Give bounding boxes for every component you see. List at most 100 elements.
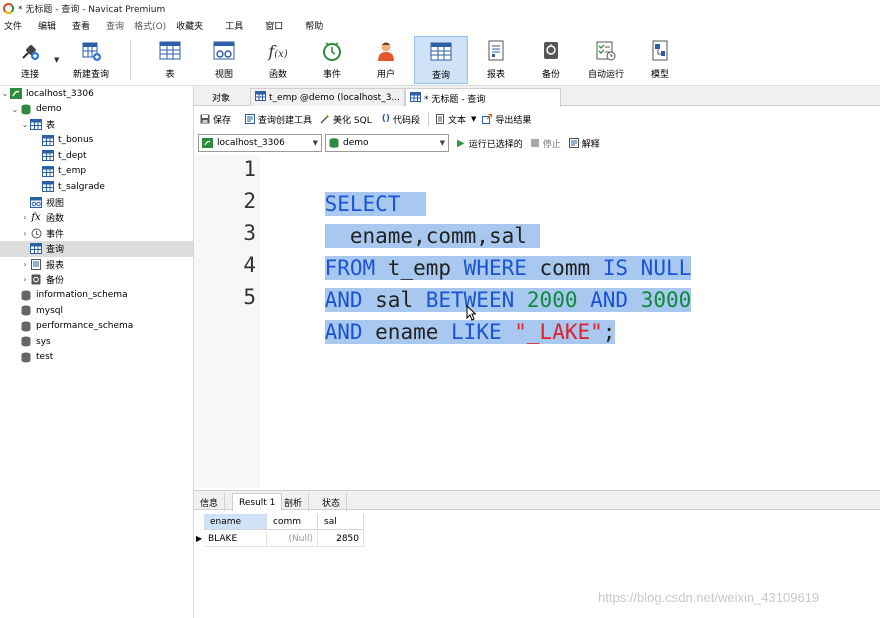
export-results-button[interactable]: 导出结果 — [482, 113, 531, 126]
tree-table-t-dept[interactable]: t_dept — [0, 148, 193, 164]
database-select[interactable]: demo ▼ — [325, 134, 449, 152]
save-button[interactable]: 保存 — [200, 113, 231, 126]
table-icon — [42, 181, 54, 193]
query-icon — [430, 41, 452, 63]
tree-tables-folder[interactable]: ⌄ 表 — [0, 117, 193, 133]
tab-profile[interactable]: 剖析 — [278, 493, 310, 511]
column-header-comm[interactable]: comm — [267, 514, 318, 530]
table-icon — [30, 119, 42, 131]
sql-editor[interactable]: 1 2 3 4 5 SELECT ename,comm,sal FROM t_e… — [194, 155, 880, 488]
new-query-label: 新建查询 — [72, 70, 109, 80]
connect-dropdown-icon[interactable]: ▼ — [54, 56, 59, 64]
new-query-button[interactable]: 新建查询 — [62, 36, 120, 84]
tab-message[interactable]: 信息 — [194, 493, 226, 511]
expand-icon[interactable]: › — [20, 229, 30, 238]
tree-events-folder[interactable]: › 事件 — [0, 226, 193, 242]
plug-icon — [19, 40, 41, 62]
report-button[interactable]: 报表 — [469, 36, 523, 84]
view-button[interactable]: 视图 — [197, 36, 251, 84]
tab-untitled-query[interactable]: * 无标题 - 查询 — [405, 88, 561, 107]
tree-queries-folder[interactable]: 查询 — [0, 241, 193, 257]
tree-database-demo[interactable]: ⌄ demo — [0, 102, 193, 118]
tree-db-mysql[interactable]: mysql — [0, 303, 193, 319]
sql-identifier: ename — [362, 320, 452, 344]
expand-icon[interactable]: › — [20, 275, 30, 284]
collapse-icon[interactable]: ⌄ — [10, 105, 20, 114]
menu-help[interactable]: 帮助 — [301, 19, 327, 32]
tab-objects[interactable]: 对象 — [208, 88, 234, 106]
database-icon — [20, 352, 32, 363]
menu-favorites[interactable]: 收藏夹 — [172, 19, 207, 32]
stop-icon — [530, 139, 539, 147]
tab-table-t-emp[interactable]: t_emp @demo (localhost_3... — [250, 88, 405, 106]
chevron-down-icon: ▼ — [439, 139, 445, 147]
backup-button[interactable]: 备份 — [524, 36, 578, 84]
tree-views-folder[interactable]: 视图 — [0, 195, 193, 211]
explain-label: 解释 — [581, 139, 600, 150]
table-cell[interactable]: BLAKE — [204, 531, 267, 547]
query-builder-button[interactable]: 查询创建工具 — [245, 113, 312, 126]
parentheses-icon: () — [381, 114, 390, 124]
code-snippet-button[interactable]: () 代码段 — [382, 113, 420, 126]
tree-backups-folder[interactable]: › 备份 — [0, 272, 193, 288]
user-button[interactable]: 用户 — [359, 36, 413, 84]
play-icon: ▶ — [457, 137, 465, 149]
database-icon — [329, 138, 339, 148]
user-label: 用户 — [376, 70, 395, 80]
tab-result-1[interactable]: Result 1 — [232, 493, 283, 511]
model-button[interactable]: 模型 — [633, 36, 687, 84]
table-button[interactable]: 表 — [143, 36, 197, 84]
cell-ename: BLAKE — [208, 533, 238, 544]
tab-status[interactable]: 状态 — [316, 493, 348, 511]
menu-view[interactable]: 查看 — [68, 19, 94, 32]
table-icon — [42, 134, 54, 146]
current-row-indicator-icon: ▶ — [196, 534, 203, 543]
function-button[interactable]: f(x) 函数 — [251, 36, 305, 84]
column-header-ename[interactable]: ename — [204, 514, 267, 530]
table-cell[interactable]: (Null) — [267, 531, 318, 547]
tree-label: localhost_3306 — [26, 88, 94, 99]
tree-reports-folder[interactable]: › 报表 — [0, 257, 193, 273]
tree-functions-folder[interactable]: › fx 函数 — [0, 210, 193, 226]
database-select-value: demo — [343, 138, 369, 148]
automation-button[interactable]: 自动运行 — [579, 36, 633, 84]
result-tabs: 信息 Result 1 剖析 状态 — [194, 490, 880, 511]
mysql-connection-icon — [10, 88, 22, 100]
menu-format[interactable]: 格式(O) — [130, 19, 170, 32]
collapse-icon[interactable]: ⌄ — [20, 120, 30, 129]
tree-label: test — [36, 352, 54, 363]
column-header-sal[interactable]: sal — [318, 514, 364, 530]
tree-label: mysql — [36, 305, 63, 316]
export-results-label: 导出结果 — [495, 115, 532, 126]
text-mode-button[interactable]: 文本 ▼ — [435, 113, 476, 126]
menu-window[interactable]: 窗口 — [261, 19, 287, 32]
tree-connection[interactable]: ⌄ localhost_3306 — [0, 86, 193, 102]
mouse-cursor-icon — [466, 305, 476, 321]
expand-icon[interactable]: › — [20, 213, 30, 222]
beautify-sql-button[interactable]: 美化 SQL — [320, 113, 372, 126]
query-button[interactable]: 查询 — [414, 36, 468, 84]
menu-edit[interactable]: 编辑 — [34, 19, 60, 32]
code-line-2: ename,comm,sal — [274, 188, 540, 248]
menu-file[interactable]: 文件 — [0, 19, 26, 32]
event-button[interactable]: 事件 — [305, 36, 359, 84]
collapse-icon[interactable]: ⌄ — [0, 89, 10, 98]
tree-table-t-bonus[interactable]: t_bonus — [0, 133, 193, 149]
run-selected-button[interactable]: ▶ 运行已选择的 — [457, 137, 523, 150]
tree-db-sys[interactable]: sys — [0, 334, 193, 350]
connection-select[interactable]: localhost_3306 ▼ — [198, 134, 322, 152]
table-cell[interactable]: 2850 — [318, 531, 364, 547]
tree-table-t-salgrade[interactable]: t_salgrade — [0, 179, 193, 195]
tree-table-t-emp[interactable]: t_emp — [0, 164, 193, 180]
tree-db-information-schema[interactable]: information_schema — [0, 288, 193, 304]
function-label: 函数 — [268, 70, 287, 80]
connect-button[interactable]: 连接 — [3, 36, 57, 84]
tree-db-performance-schema[interactable]: performance_schema — [0, 319, 193, 335]
explain-button[interactable]: 解释 — [568, 137, 600, 150]
menu-query[interactable]: 查询 — [102, 19, 128, 32]
automation-label: 自动运行 — [587, 70, 624, 80]
expand-icon[interactable]: › — [20, 260, 30, 269]
tree-db-test[interactable]: test — [0, 350, 193, 366]
menu-tools[interactable]: 工具 — [221, 19, 247, 32]
stop-button[interactable]: 停止 — [530, 137, 561, 150]
